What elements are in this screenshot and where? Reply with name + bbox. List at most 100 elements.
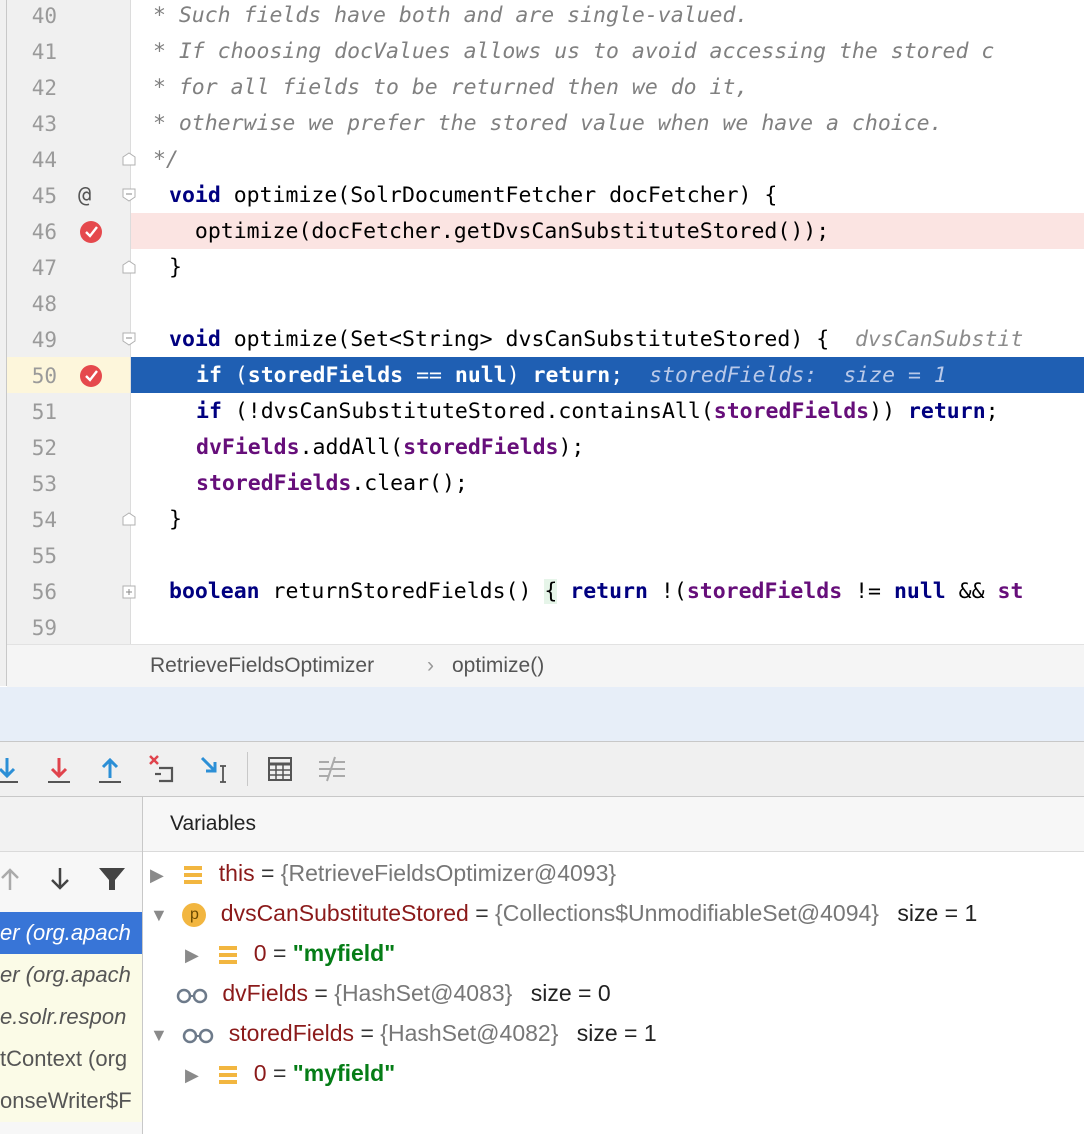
step-out-icon[interactable]: [93, 752, 127, 786]
code-line: 53 storedFields.clear();: [0, 466, 1084, 502]
code-text: void optimize(Set<String> dvsCanSubstitu…: [169, 327, 1024, 352]
code-line: 43 * otherwise we prefer the stored valu…: [0, 106, 1084, 142]
collapse-arrow-icon[interactable]: ▼: [150, 895, 176, 935]
code-line: 44 */: [0, 142, 1084, 178]
line-number: 52: [31, 436, 57, 460]
code-text: * Such fields have both and are single-v…: [140, 3, 749, 28]
code-text: * otherwise we prefer the stored value w…: [140, 111, 943, 136]
filter-icon[interactable]: [95, 862, 129, 896]
variable-row[interactable]: ▼ p dvsCanSubstituteStored = {Collection…: [150, 893, 977, 933]
code-text: dvFields.addAll(storedFields);: [196, 435, 585, 460]
evaluate-expression-icon[interactable]: [263, 752, 297, 786]
frame-item[interactable]: onseWriter$F: [0, 1080, 142, 1122]
expand-arrow-icon[interactable]: ▶: [150, 855, 176, 895]
variable-row[interactable]: ▶ this = {RetrieveFieldsOptimizer@4093}: [150, 853, 616, 893]
code-text: optimize(docFetcher.getDvsCanSubstituteS…: [169, 219, 830, 244]
variables-header: Variables: [143, 797, 1084, 852]
collapse-arrow-icon[interactable]: ▼: [150, 1015, 176, 1055]
step-over-icon[interactable]: [0, 752, 24, 786]
line-number: 53: [31, 472, 57, 496]
trace-stream-icon[interactable]: [315, 752, 349, 786]
breadcrumb-method[interactable]: optimize(): [452, 645, 544, 687]
code-text: if (storedFields == null) return; stored…: [196, 363, 947, 388]
fold-expand-icon[interactable]: [122, 585, 136, 599]
code-line: 47 }: [0, 250, 1084, 286]
line-number: 50: [31, 364, 57, 388]
code-text: * If choosing docValues allows us to avo…: [140, 39, 995, 64]
breadcrumb-separator: ›: [427, 654, 434, 677]
variable-row[interactable]: ▼ storedFields = {HashSet@4082} size = 1: [150, 1013, 657, 1053]
line-number: 59: [31, 616, 57, 640]
override-marker-icon[interactable]: @: [78, 178, 91, 214]
code-text: }: [169, 507, 182, 532]
fold-end-icon[interactable]: [122, 152, 136, 166]
field-icon: [184, 865, 203, 884]
fold-end-icon[interactable]: [122, 260, 136, 274]
code-text: * for all fields to be returned then we …: [140, 75, 749, 100]
arrow-down-icon[interactable]: [43, 862, 77, 896]
code-text: }: [169, 255, 182, 280]
code-line: 40 * Such fields have both and are singl…: [0, 0, 1084, 34]
code-line: 45 @ void optimize(SolrDocumentFetcher d…: [0, 178, 1084, 214]
breadcrumb: RetrieveFieldsOptimizer › optimize(): [7, 644, 1084, 688]
code-text: storedFields.clear();: [196, 471, 468, 496]
code-editor[interactable]: 40 * Such fields have both and are singl…: [0, 0, 1084, 644]
fold-start-icon[interactable]: [122, 332, 136, 346]
code-line: 54 }: [0, 502, 1084, 538]
drop-frame-icon[interactable]: [145, 752, 179, 786]
expand-arrow-icon[interactable]: ▶: [185, 1055, 211, 1095]
fold-end-icon[interactable]: [122, 512, 136, 526]
variables-title: Variables: [170, 812, 256, 835]
variable-row[interactable]: dvFields = {HashSet@4083} size = 0: [176, 973, 611, 1013]
code-text: if (!dvsCanSubstituteStored.containsAll(…: [196, 399, 999, 424]
frame-item[interactable]: er (org.apach: [0, 954, 142, 996]
frame-item[interactable]: e.solr.respon: [0, 996, 142, 1038]
breadcrumb-class[interactable]: RetrieveFieldsOptimizer: [150, 645, 374, 687]
field-icon: [219, 1065, 238, 1084]
frames-header: [0, 797, 142, 852]
code-line: 52 dvFields.addAll(storedFields);: [0, 430, 1084, 466]
code-text: void optimize(SolrDocumentFetcher docFet…: [169, 183, 778, 208]
frame-item[interactable]: er (org.apach: [0, 912, 142, 954]
watch-icon: [176, 988, 208, 1004]
code-line-breakpoint: 46 optimize(docFetcher.getDvsCanSubstitu…: [0, 214, 1084, 250]
code-line: 49 void optimize(Set<String> dvsCanSubst…: [0, 322, 1084, 358]
line-number: 49: [31, 328, 57, 352]
line-number: 48: [31, 292, 57, 316]
debug-panel-header: [0, 687, 1084, 742]
toolbar-separator: [247, 752, 248, 786]
arrow-up-icon[interactable]: [0, 862, 30, 896]
field-icon: [219, 945, 238, 964]
variable-row[interactable]: ▶ 0 = "myfield": [185, 933, 395, 973]
line-number: 54: [31, 508, 57, 532]
expand-arrow-icon[interactable]: ▶: [185, 935, 211, 975]
watch-icon: [183, 1028, 214, 1044]
line-number: 40: [31, 4, 57, 28]
parameter-icon: p: [182, 902, 207, 927]
line-number: 47: [31, 256, 57, 280]
code-line-execution-point: 50 if (storedFields == null) return; sto…: [0, 358, 1084, 394]
line-number: 44: [31, 148, 57, 172]
code-text: boolean returnStoredFields() { return !(…: [169, 579, 1024, 604]
code-text: */: [140, 147, 179, 172]
breakpoint-icon[interactable]: [80, 221, 102, 243]
code-line: 41 * If choosing docValues allows us to …: [0, 34, 1084, 70]
code-line: 55: [0, 538, 1084, 574]
line-number: 42: [31, 76, 57, 100]
fold-start-icon[interactable]: [122, 188, 136, 202]
frames-toolbar: [0, 852, 142, 906]
left-tool-strip: [0, 0, 7, 686]
variables-panel: Variables ▶ this = {RetrieveFieldsOptimi…: [143, 797, 1084, 1134]
breakpoint-icon[interactable]: [80, 365, 102, 387]
code-line: 51 if (!dvsCanSubstituteStored.containsA…: [0, 394, 1084, 430]
step-into-icon[interactable]: [42, 752, 76, 786]
variable-row[interactable]: ▶ 0 = "myfield": [185, 1053, 395, 1093]
code-line: 59: [0, 610, 1084, 644]
line-number: 55: [31, 544, 57, 568]
frame-item[interactable]: tContext (org: [0, 1038, 142, 1080]
frames-panel: er (org.apach er (org.apach e.solr.respo…: [0, 797, 143, 1134]
debug-toolbar: [0, 742, 1084, 797]
line-number: 45: [31, 184, 57, 208]
line-number: 43: [31, 112, 57, 136]
run-to-cursor-icon[interactable]: [197, 752, 231, 786]
